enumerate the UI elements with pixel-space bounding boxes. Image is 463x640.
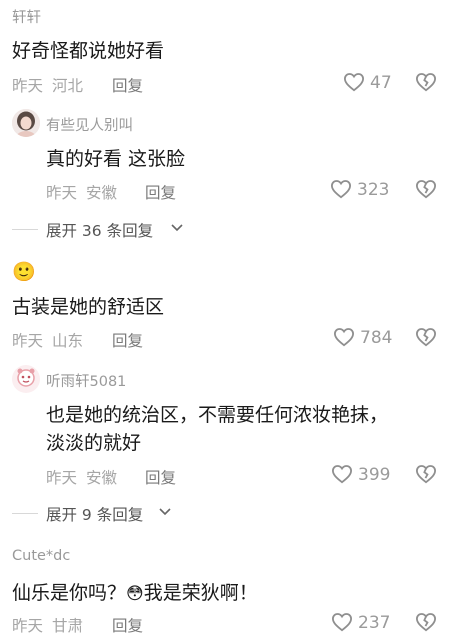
reply-button[interactable]: 回复: [112, 74, 143, 96]
comment-text: 古装是她的舒适区: [12, 296, 165, 318]
like-count: 399: [358, 465, 391, 485]
comment-username[interactable]: Cute*dc: [12, 548, 70, 564]
heart-icon[interactable]: [343, 72, 365, 92]
comment-time: 昨天: [12, 77, 44, 95]
avatar[interactable]: [12, 365, 40, 393]
reply-time: 昨天: [46, 184, 78, 202]
heart-icon[interactable]: [331, 464, 353, 484]
reply-text-line-1: 也是她的统治区，不需要任何浓妆艳抹，: [46, 404, 389, 426]
comment-time: 昨天: [12, 617, 44, 635]
reply-text-line-2: 淡淡的就好: [46, 432, 142, 454]
heart-icon[interactable]: [331, 612, 353, 632]
expand-replies-label[interactable]: 展开 9 条回复: [46, 503, 143, 525]
heart-icon[interactable]: [333, 327, 355, 347]
comment-text-part-1: 仙乐是你吗？: [12, 582, 127, 604]
broken-heart-icon[interactable]: [415, 464, 437, 484]
comment-text-part-2: 我是荣狄啊！: [143, 582, 258, 604]
avatar[interactable]: [12, 109, 40, 137]
comment-location: 甘肃: [52, 617, 84, 635]
expand-replies-label[interactable]: 展开 36 条回复: [46, 219, 153, 241]
chevron-down-icon[interactable]: [158, 507, 172, 517]
like-count: 784: [360, 328, 393, 348]
flushed-face-emoji: 😳: [126, 584, 144, 604]
reply-location: 安徽: [86, 469, 118, 487]
comment-text: 好奇怪都说她好看: [12, 40, 165, 62]
reply-button[interactable]: 回复: [145, 466, 176, 488]
comment-location: 河北: [52, 77, 84, 95]
reply-location: 安徽: [86, 184, 118, 202]
comment-time: 昨天: [12, 332, 44, 350]
broken-heart-icon[interactable]: [415, 179, 437, 199]
chevron-down-icon[interactable]: [170, 223, 184, 233]
broken-heart-icon[interactable]: [415, 72, 437, 92]
comment-text: 仙乐是你吗？😳我是荣狄啊！: [12, 578, 258, 605]
reply-button[interactable]: 回复: [145, 181, 176, 203]
like-count: 47: [370, 73, 392, 93]
reply-username[interactable]: 听雨轩5081: [46, 370, 126, 391]
comment-username-emoji[interactable]: 🙂: [12, 261, 36, 283]
divider: [12, 513, 38, 514]
broken-heart-icon[interactable]: [415, 612, 437, 632]
heart-icon[interactable]: [330, 179, 352, 199]
reply-username[interactable]: 有些见人别叫: [46, 114, 133, 135]
broken-heart-icon[interactable]: [415, 327, 437, 347]
like-count: 323: [357, 180, 390, 200]
comment-username[interactable]: 轩轩: [12, 6, 41, 27]
reply-time: 昨天: [46, 469, 78, 487]
divider: [12, 229, 38, 230]
comment-location: 山东: [52, 332, 84, 350]
reply-button[interactable]: 回复: [112, 614, 143, 636]
reply-button[interactable]: 回复: [112, 329, 143, 351]
reply-text: 真的好看 这张脸: [46, 148, 186, 170]
like-count: 237: [358, 613, 391, 633]
